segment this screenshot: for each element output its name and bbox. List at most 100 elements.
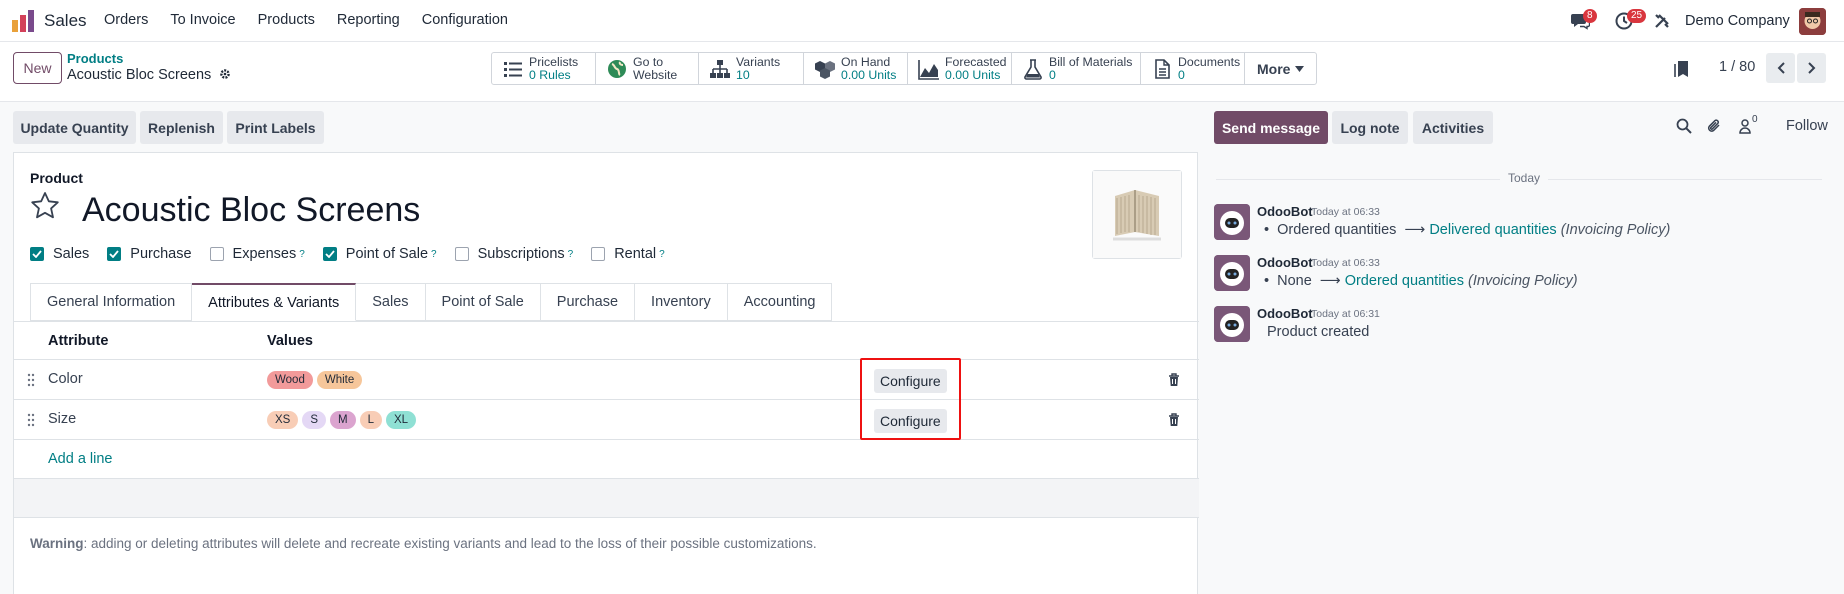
log-note-button[interactable]: Log note: [1332, 111, 1408, 144]
breadcrumb-parent[interactable]: Products: [67, 51, 123, 66]
messages-badge: 8: [1583, 9, 1597, 23]
checkbox-purchase-box[interactable]: [107, 247, 122, 261]
checkbox-point-of-sale-label: Point of Sale: [345, 246, 429, 262]
update-quantity-button[interactable]: Update Quantity: [13, 111, 136, 144]
table-row[interactable]: Color Wood White Configure: [14, 360, 1199, 400]
checkbox-subscriptions-label: Subscriptions: [477, 246, 565, 262]
flask-icon: [1024, 58, 1042, 80]
product-name-field[interactable]: Acoustic Bloc Screens: [82, 191, 420, 230]
activities-button[interactable]: Activities: [1413, 111, 1493, 144]
menu-orders[interactable]: Orders: [104, 12, 148, 28]
warning-label: Warning: [30, 536, 84, 551]
trash-icon[interactable]: [1168, 413, 1180, 427]
attribute-values[interactable]: XS S M L XL: [267, 411, 417, 429]
checkbox-expenses[interactable]: Expenses ?: [209, 246, 305, 262]
checkbox-sales-box[interactable]: [30, 247, 44, 261]
help-tooltip-rental[interactable]: ?: [659, 249, 665, 260]
send-message-button[interactable]: Send message: [1214, 111, 1328, 144]
company-switcher[interactable]: Demo Company: [1685, 13, 1790, 29]
menu-reporting[interactable]: Reporting: [337, 12, 400, 28]
star-icon[interactable]: [30, 191, 60, 221]
help-tooltip-expenses[interactable]: ?: [299, 249, 305, 260]
menu-to-invoice[interactable]: To Invoice: [170, 12, 235, 28]
tab-sales[interactable]: Sales: [356, 283, 426, 321]
help-tooltip-subscriptions[interactable]: ?: [568, 249, 574, 260]
smart-button-documents[interactable]: Documents 0: [1141, 53, 1245, 84]
message-author[interactable]: OdooBot: [1257, 204, 1313, 219]
odoobot-avatar[interactable]: [1214, 255, 1250, 291]
tab-purchase[interactable]: Purchase: [540, 283, 636, 321]
smart-button-bom[interactable]: Bill of Materials 0: [1012, 53, 1141, 84]
checkbox-rental-label: Rental: [614, 246, 657, 262]
tab-point-of-sale[interactable]: Point of Sale: [425, 283, 541, 321]
configure-button[interactable]: Configure: [874, 409, 947, 433]
pager-next-button[interactable]: [1797, 53, 1826, 83]
trash-icon[interactable]: [1168, 373, 1180, 387]
attribute-name[interactable]: Size: [48, 411, 76, 427]
debug-tools-icon[interactable]: [1653, 12, 1671, 30]
configure-button[interactable]: Configure: [874, 369, 947, 393]
menu-configuration[interactable]: Configuration: [422, 12, 508, 28]
smart-button-website[interactable]: Go to Website: [596, 53, 699, 84]
checkbox-purchase-label: Purchase: [130, 246, 192, 262]
smart-button-variants[interactable]: Variants 10: [699, 53, 804, 84]
checkbox-point-of-sale-box[interactable]: [322, 247, 337, 261]
product-image[interactable]: [1092, 170, 1182, 259]
odoobot-avatar[interactable]: [1214, 306, 1250, 342]
pager-value[interactable]: 1 / 80: [1719, 59, 1755, 75]
replenish-button[interactable]: Replenish: [140, 111, 223, 144]
tab-accounting[interactable]: Accounting: [727, 283, 833, 321]
add-a-line-link[interactable]: Add a line: [48, 451, 113, 467]
followers-count: 0: [1752, 114, 1758, 125]
sales-app-icon[interactable]: [11, 9, 35, 33]
product-label: Product: [30, 170, 83, 186]
caret-down-icon: [1295, 65, 1305, 72]
message-author[interactable]: OdooBot: [1257, 255, 1313, 270]
message-time: Today at 06:33: [1311, 257, 1380, 269]
attribute-name[interactable]: Color: [48, 371, 83, 387]
checkbox-point-of-sale[interactable]: Point of Sale ?: [322, 246, 437, 262]
user-avatar[interactable]: [1799, 8, 1826, 35]
follow-button[interactable]: Follow: [1786, 118, 1828, 134]
message-author[interactable]: OdooBot: [1257, 306, 1313, 321]
table-row[interactable]: Size XS S M L XL Configure: [14, 400, 1199, 440]
tab-attributes-variants[interactable]: Attributes & Variants: [192, 283, 357, 321]
checkbox-purchase[interactable]: Purchase: [107, 246, 192, 262]
tab-general-information[interactable]: General Information: [30, 283, 193, 321]
checkbox-rental-box[interactable]: [591, 247, 606, 261]
checkbox-subscriptions-box[interactable]: [454, 247, 469, 261]
drag-handle-icon[interactable]: [27, 413, 35, 427]
more-button[interactable]: More: [1245, 53, 1316, 84]
followers-icon[interactable]: [1737, 118, 1753, 134]
tab-inventory[interactable]: Inventory: [635, 283, 728, 321]
menu-products[interactable]: Products: [258, 12, 315, 28]
odoobot-avatar[interactable]: [1214, 204, 1250, 240]
smart-button-forecasted[interactable]: Forecasted 0.00 Units: [908, 53, 1012, 84]
checkbox-expenses-box[interactable]: [209, 247, 224, 261]
paperclip-icon[interactable]: [1706, 118, 1722, 134]
checkbox-subscriptions[interactable]: Subscriptions ?: [454, 246, 574, 262]
tracking-field: (Invoicing Policy): [1468, 273, 1578, 289]
app-name[interactable]: Sales: [44, 11, 87, 31]
notebook-tabs: General Information Attributes & Variant…: [30, 283, 833, 322]
cubes-icon: [815, 60, 835, 79]
check-icon: [32, 250, 42, 258]
search-icon[interactable]: [1676, 118, 1692, 134]
gear-icon[interactable]: [219, 68, 231, 80]
drag-handle-icon[interactable]: [27, 373, 35, 387]
pager-previous-button[interactable]: [1766, 53, 1795, 83]
value-tag: L: [359, 411, 383, 429]
control-panel: New Products Acoustic Bloc Screens Price…: [0, 42, 1844, 102]
new-button[interactable]: New: [13, 52, 62, 84]
checkbox-sales-label: Sales: [53, 246, 90, 262]
checkbox-rental[interactable]: Rental ?: [591, 246, 665, 262]
column-header-attribute[interactable]: Attribute: [48, 333, 108, 349]
smart-button-on-hand[interactable]: On Hand 0.00 Units: [804, 53, 908, 84]
smart-button-pricelists[interactable]: Pricelists 0 Rules: [492, 53, 596, 84]
attribute-values[interactable]: Wood White: [267, 371, 363, 389]
checkbox-sales[interactable]: Sales: [30, 246, 89, 262]
column-header-values[interactable]: Values: [267, 333, 313, 349]
bookmark-icon[interactable]: [1674, 60, 1690, 78]
print-labels-button[interactable]: Print Labels: [227, 111, 324, 144]
help-tooltip-point-of-sale[interactable]: ?: [431, 249, 437, 260]
